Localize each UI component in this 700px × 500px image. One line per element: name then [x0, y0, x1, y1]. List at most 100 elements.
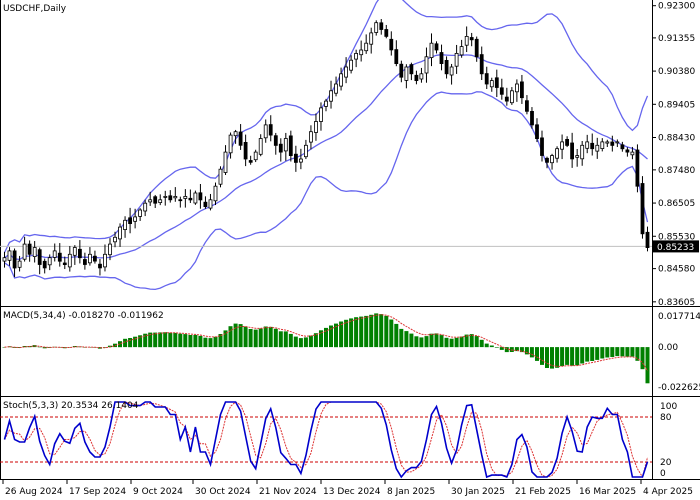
candle-body[interactable] — [565, 138, 569, 146]
candle-body[interactable] — [615, 141, 620, 144]
candle-body[interactable] — [98, 263, 102, 269]
candle-body[interactable] — [640, 183, 645, 235]
candle-body[interactable] — [263, 124, 268, 139]
candle-body[interactable] — [2, 257, 7, 262]
candle-body[interactable] — [414, 74, 419, 82]
candle-body[interactable] — [384, 29, 389, 37]
candle-body[interactable] — [630, 151, 635, 156]
candle-body[interactable] — [208, 199, 213, 209]
candle-body[interactable] — [605, 141, 610, 144]
candle-body[interactable] — [27, 243, 32, 255]
candle-body[interactable] — [78, 248, 82, 259]
candle-body[interactable] — [93, 255, 97, 262]
candle-body[interactable] — [163, 195, 168, 198]
candle-body[interactable] — [268, 124, 273, 136]
candle-body[interactable] — [359, 49, 364, 56]
candle-body[interactable] — [223, 151, 228, 173]
candle-body[interactable] — [118, 226, 122, 240]
candle-body[interactable] — [379, 22, 384, 30]
candle-body[interactable] — [193, 192, 198, 204]
candle-body[interactable] — [560, 141, 564, 150]
candle-body[interactable] — [469, 37, 474, 41]
candle-body[interactable] — [198, 192, 203, 201]
candle-body[interactable] — [248, 160, 253, 163]
candle-body[interactable] — [238, 131, 243, 146]
candle-body[interactable] — [424, 56, 429, 74]
candle-body[interactable] — [635, 149, 640, 187]
candle-body[interactable] — [329, 90, 333, 102]
candle-body[interactable] — [404, 66, 409, 81]
candle-body[interactable] — [369, 32, 374, 45]
candle-body[interactable] — [72, 247, 77, 256]
candle-body[interactable] — [494, 77, 499, 88]
candle-body[interactable] — [449, 66, 454, 76]
candle-body[interactable] — [123, 219, 127, 231]
candle-body[interactable] — [464, 36, 469, 46]
candle-body[interactable] — [288, 135, 293, 156]
candle-body[interactable] — [52, 250, 57, 258]
candle-body[interactable] — [298, 158, 303, 163]
candle-body[interactable] — [484, 73, 489, 85]
candle-body[interactable] — [314, 121, 318, 133]
candle-body[interactable] — [444, 60, 449, 75]
candle-body[interactable] — [434, 43, 439, 51]
candle-body[interactable] — [479, 54, 484, 75]
candle-body[interactable] — [273, 135, 278, 146]
candle-body[interactable] — [585, 141, 590, 149]
stochastic-panel[interactable] — [0, 401, 652, 479]
candle-body[interactable] — [530, 111, 534, 126]
candle-body[interactable] — [515, 83, 519, 93]
candle-body[interactable] — [499, 87, 504, 95]
candle-body[interactable] — [7, 250, 12, 261]
candle-body[interactable] — [12, 250, 17, 269]
candle-body[interactable] — [253, 151, 258, 161]
candle-body[interactable] — [128, 217, 133, 225]
candle-body[interactable] — [474, 38, 479, 58]
candle-body[interactable] — [319, 107, 323, 122]
candle-body[interactable] — [525, 100, 529, 112]
candle-body[interactable] — [17, 260, 22, 268]
candle-body[interactable] — [283, 138, 288, 152]
candle-body[interactable] — [374, 22, 379, 33]
candle-body[interactable] — [454, 53, 459, 67]
candle-body[interactable] — [419, 73, 424, 80]
candle-body[interactable] — [42, 260, 47, 269]
candle-body[interactable] — [228, 134, 233, 154]
candle-body[interactable] — [158, 199, 163, 204]
candle-body[interactable] — [32, 247, 37, 258]
candle-body[interactable] — [62, 262, 67, 266]
candle-body[interactable] — [108, 243, 112, 256]
candle-body[interactable] — [22, 243, 27, 260]
candle-body[interactable] — [183, 195, 188, 199]
macd-panel[interactable] — [2, 313, 650, 384]
candle-body[interactable] — [143, 202, 148, 212]
candle-body[interactable] — [67, 253, 72, 268]
candle-body[interactable] — [535, 124, 539, 140]
candle-body[interactable] — [555, 148, 559, 159]
candle-body[interactable] — [509, 90, 514, 104]
candle-body[interactable] — [113, 236, 117, 243]
candle-body[interactable] — [459, 46, 464, 56]
candle-body[interactable] — [339, 73, 344, 87]
candle-body[interactable] — [344, 66, 349, 78]
candle-body[interactable] — [233, 131, 238, 137]
candle-body[interactable] — [625, 149, 630, 153]
candle-body[interactable] — [178, 199, 183, 202]
candle-body[interactable] — [37, 249, 42, 265]
candle-body[interactable] — [83, 259, 87, 265]
candle-body[interactable] — [324, 100, 328, 107]
candle-body[interactable] — [88, 253, 92, 264]
candle-body[interactable] — [243, 141, 248, 160]
candle-body[interactable] — [429, 42, 434, 59]
candle-body[interactable] — [550, 155, 554, 164]
candle-body[interactable] — [489, 80, 494, 88]
candle-body[interactable] — [103, 253, 107, 268]
candle-body[interactable] — [409, 64, 414, 75]
candle-body[interactable] — [590, 142, 595, 150]
candle-body[interactable] — [303, 144, 308, 158]
candle-body[interactable] — [148, 199, 153, 203]
candle-body[interactable] — [399, 63, 404, 78]
candle-body[interactable] — [439, 52, 444, 65]
candle-body[interactable] — [540, 137, 544, 156]
price-panel[interactable] — [0, 0, 652, 291]
